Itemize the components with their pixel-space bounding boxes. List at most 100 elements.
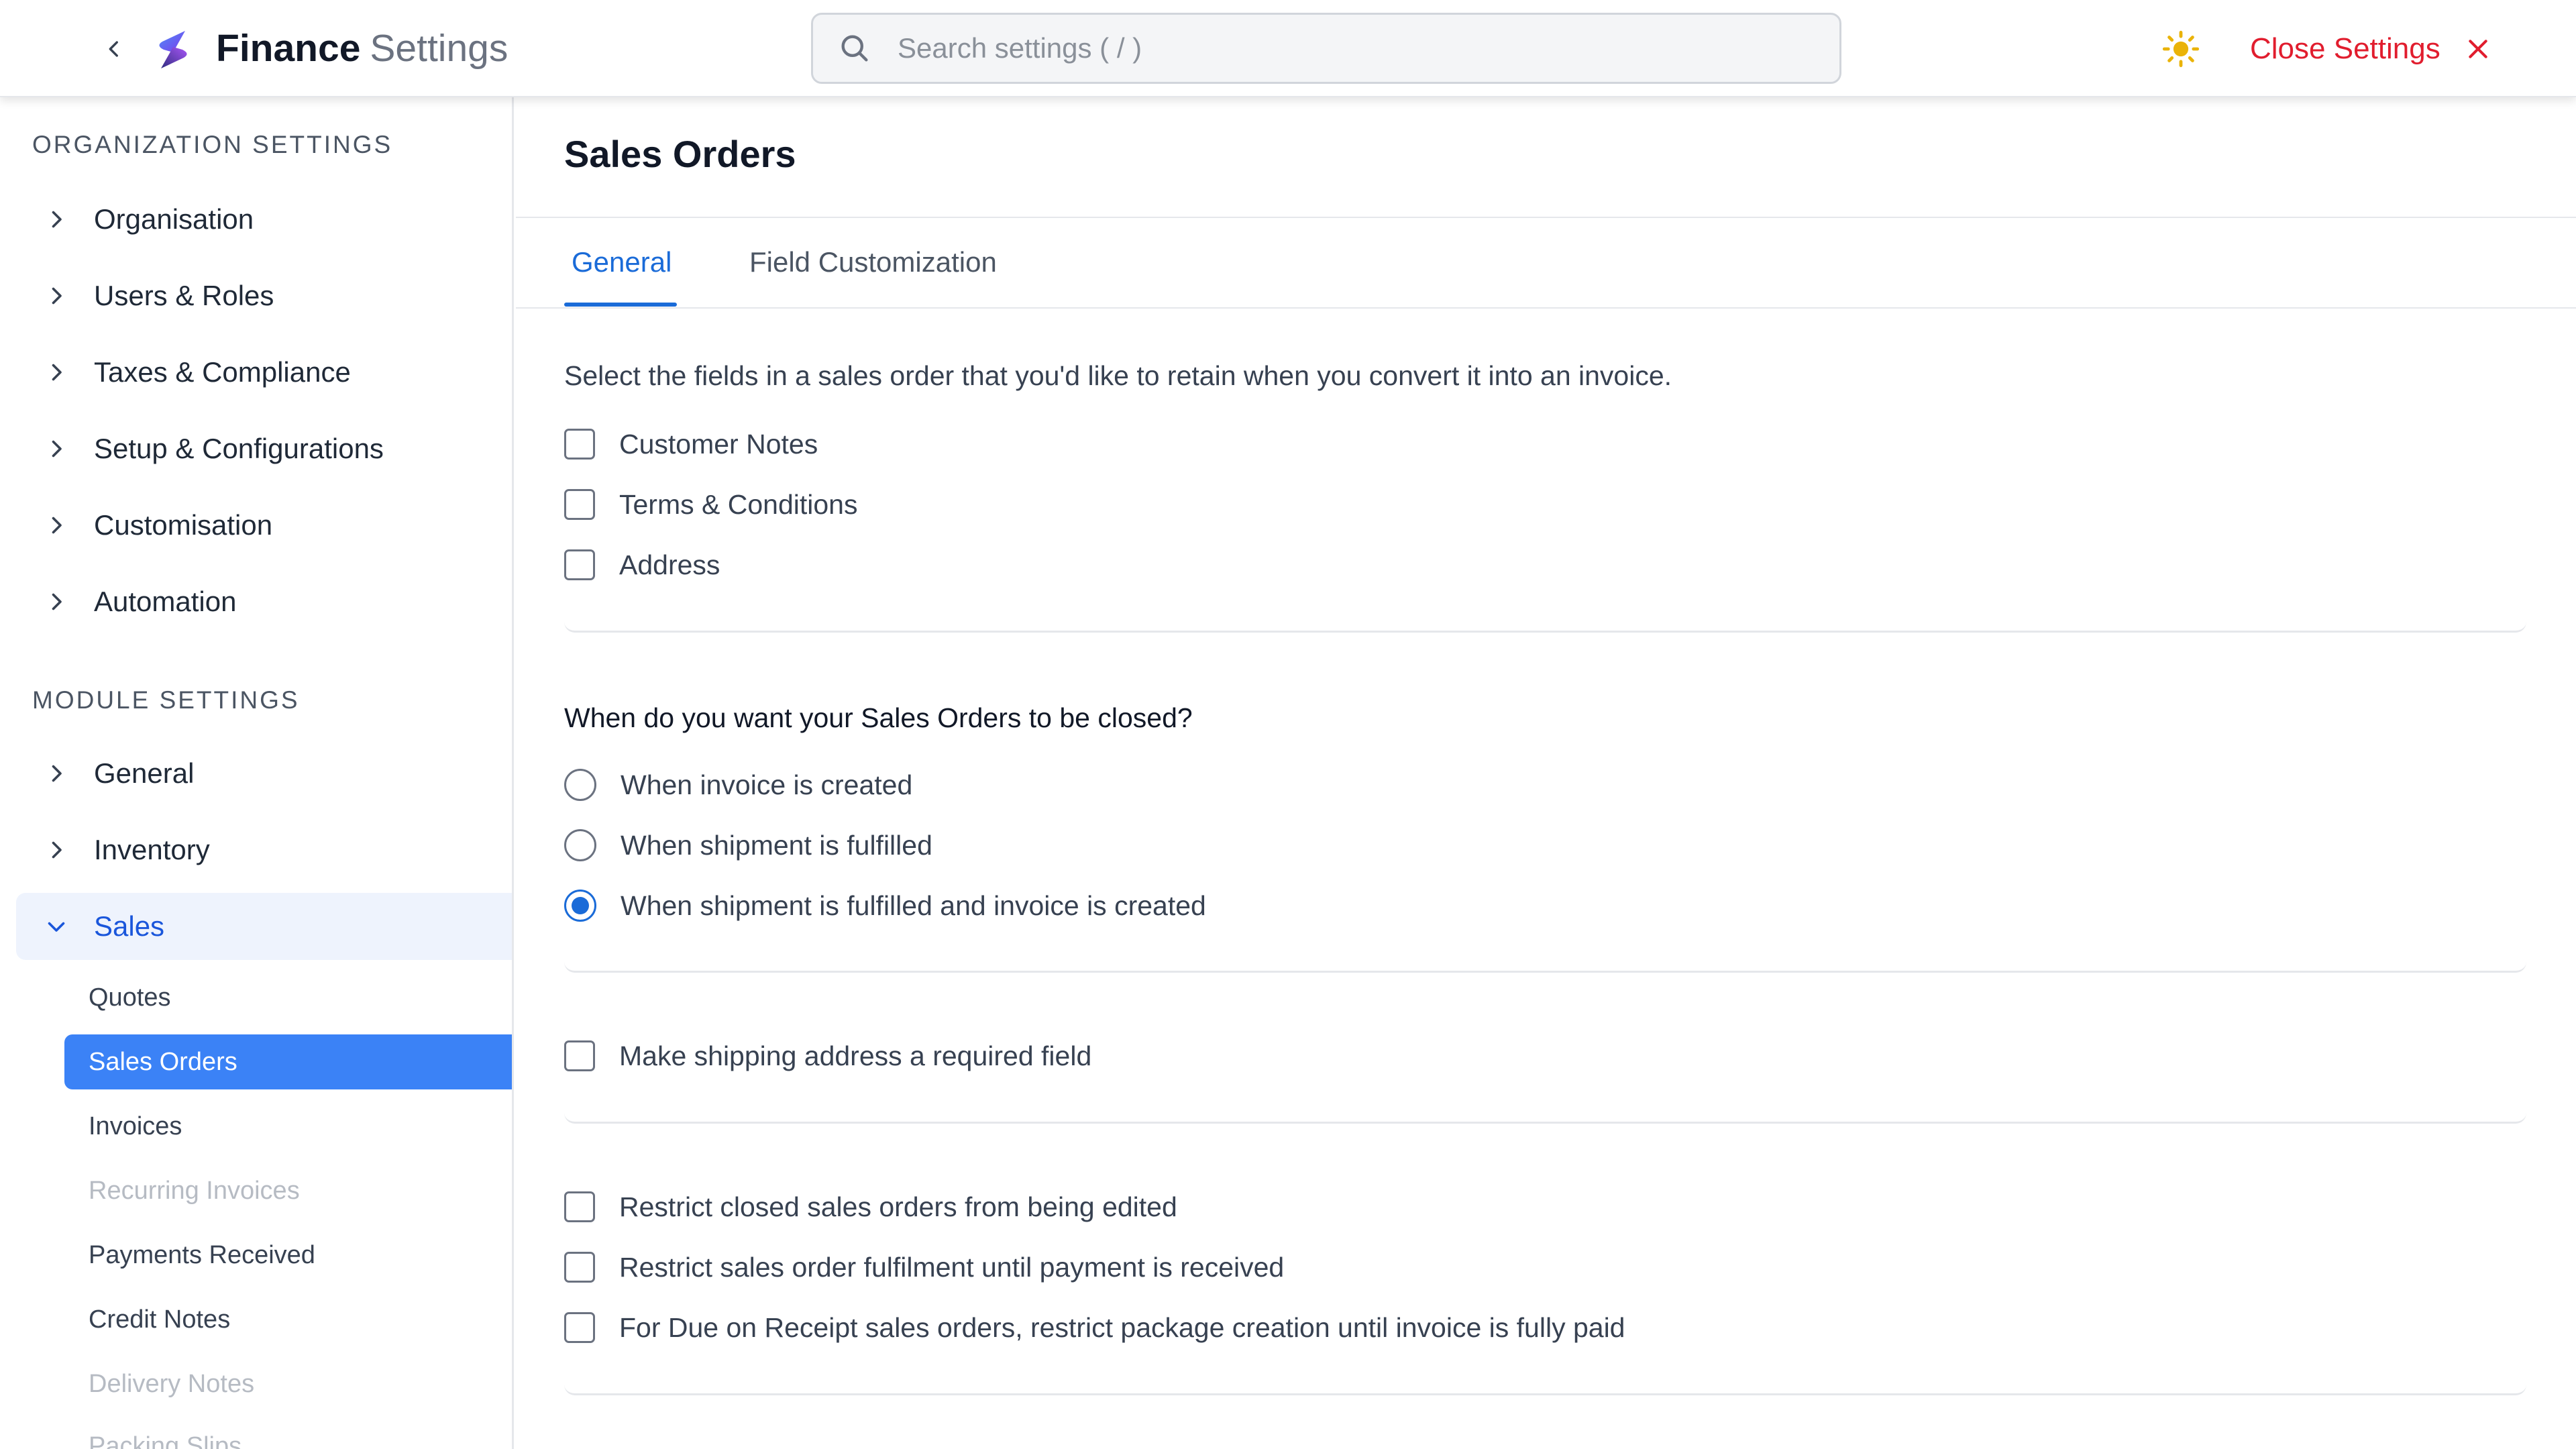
org-settings-heading: ORGANIZATION SETTINGS (32, 131, 393, 158)
chevron-right-icon (52, 364, 62, 381)
sidebar-item-inventory[interactable]: Inventory (16, 816, 512, 883)
sidebar-item-label: Customisation (94, 509, 273, 541)
sidebar-item-label: Inventory (94, 834, 210, 865)
sidebar-subitem-sales-orders[interactable]: Sales Orders (64, 1034, 512, 1089)
sidebar-subitem-label: Invoices (89, 1112, 182, 1140)
sidebar-item-automation[interactable]: Automation (16, 568, 512, 635)
checkbox-shipping-address-required[interactable]: Make shipping address a required field (564, 1036, 1091, 1076)
sidebar-item-sales[interactable]: Sales (16, 893, 512, 960)
sidebar-item-label: Sales (94, 910, 165, 942)
checkbox-customer-notes[interactable]: Customer Notes (564, 424, 818, 464)
checkbox-box[interactable] (564, 489, 595, 520)
section-divider (564, 621, 2526, 633)
sidebar-item-label: Organisation (94, 203, 254, 235)
checkbox-box[interactable] (564, 1191, 595, 1222)
sidebar-item-label: Automation (94, 586, 237, 617)
sidebar-subitem-label: Recurring Invoices (89, 1176, 300, 1205)
settings-sidebar: ORGANIZATION SETTINGS Organisation Users… (0, 97, 514, 1449)
app-title-light: Settings (370, 27, 508, 70)
checkbox-terms-conditions[interactable]: Terms & Conditions (564, 484, 857, 525)
radio-shipment-fulfilled[interactable]: When shipment is fulfilled (564, 825, 932, 865)
sidebar-item-label: Users & Roles (94, 280, 274, 311)
checkbox-box[interactable] (564, 429, 595, 460)
checkbox-label: Customer Notes (619, 428, 818, 460)
active-tab-indicator (564, 303, 677, 307)
sidebar-subitem-invoices[interactable]: Invoices (64, 1099, 512, 1154)
section-divider (564, 1383, 2526, 1395)
chevron-right-icon (52, 440, 62, 458)
sidebar-subitem-label: Sales Orders (89, 1047, 237, 1076)
radio-button[interactable] (564, 829, 596, 861)
chevron-right-icon (52, 211, 62, 228)
checkbox-restrict-closed-edit[interactable]: Restrict closed sales orders from being … (564, 1187, 1177, 1227)
checkbox-label: Restrict sales order fulfilment until pa… (619, 1251, 1285, 1283)
sidebar-item-label: Setup & Configurations (94, 433, 384, 464)
sidebar-item-organisation[interactable]: Organisation (16, 186, 512, 253)
checkbox-label: Restrict closed sales orders from being … (619, 1191, 1177, 1222)
radio-button-selected[interactable] (564, 890, 596, 922)
top-bar: FinanceSettings Close Settings (0, 0, 2576, 97)
sidebar-subitem-label: Payments Received (89, 1240, 315, 1269)
page-title: Sales Orders (564, 133, 796, 175)
module-settings-heading: MODULE SETTINGS (32, 686, 300, 714)
section-divider (564, 1112, 2526, 1124)
checkbox-restrict-package-creation[interactable]: For Due on Receipt sales orders, restric… (564, 1307, 1625, 1348)
sidebar-item-customisation[interactable]: Customisation (16, 492, 512, 559)
checkbox-restrict-fulfilment-payment[interactable]: Restrict sales order fulfilment until pa… (564, 1247, 1284, 1287)
checkbox-address[interactable]: Address (564, 545, 720, 585)
checkbox-box[interactable] (564, 1312, 595, 1343)
sidebar-subitem-credit-notes[interactable]: Credit Notes (64, 1292, 512, 1347)
sidebar-item-label: General (94, 757, 195, 789)
sidebar-item-general[interactable]: General (16, 740, 512, 807)
divider (516, 307, 2576, 309)
sidebar-subitem-packing-slips: Packing Slips (64, 1419, 512, 1449)
radio-label: When shipment is fulfilled and invoice i… (621, 890, 1206, 921)
close-icon (2469, 40, 2487, 58)
close-settings-button[interactable]: Close Settings (2250, 27, 2491, 71)
sidebar-item-setup-configurations[interactable]: Setup & Configurations (16, 415, 512, 482)
sidebar-subitem-label: Credit Notes (89, 1305, 231, 1334)
search-input[interactable] (898, 32, 1770, 64)
checkbox-label: Address (619, 549, 720, 580)
sidebar-item-label: Taxes & Compliance (94, 356, 351, 388)
sidebar-subitem-quotes[interactable]: Quotes (64, 970, 512, 1025)
checkbox-box[interactable] (564, 1040, 595, 1071)
section-divider (564, 961, 2526, 973)
tab-field-customization[interactable]: Field Customization (749, 246, 997, 290)
sidebar-subitem-delivery-notes: Delivery Notes (64, 1356, 512, 1411)
sun-icon[interactable] (2161, 30, 2200, 68)
checkbox-label: Make shipping address a required field (619, 1040, 1092, 1071)
checkbox-label: For Due on Receipt sales orders, restric… (619, 1311, 1625, 1343)
divider (516, 217, 2576, 218)
sidebar-subitem-label: Quotes (89, 983, 171, 1012)
retain-fields-description: Select the fields in a sales order that … (564, 360, 1672, 391)
sidebar-item-taxes-compliance[interactable]: Taxes & Compliance (16, 339, 512, 406)
chevron-right-icon (52, 765, 62, 782)
sidebar-subitem-label: Delivery Notes (89, 1369, 255, 1398)
checkbox-box[interactable] (564, 1252, 595, 1283)
sidebar-item-users-roles[interactable]: Users & Roles (16, 262, 512, 329)
checkbox-label: Terms & Conditions (619, 488, 858, 520)
chevron-left-icon (109, 41, 118, 57)
radio-shipment-fulfilled-and-invoice-created[interactable]: When shipment is fulfilled and invoice i… (564, 885, 1206, 926)
app-title-bold: Finance (216, 27, 361, 70)
close-settings-label: Close Settings (2250, 32, 2440, 65)
app-title: Finance Settings (216, 24, 508, 72)
sidebar-subitem-label: Packing Slips (89, 1432, 242, 1449)
radio-button[interactable] (564, 769, 596, 801)
radio-label: When invoice is created (621, 769, 913, 800)
search-bar[interactable] (811, 13, 1841, 84)
radio-label: When shipment is fulfilled (621, 829, 932, 861)
chevron-right-icon (52, 517, 62, 534)
chevron-right-icon (52, 287, 62, 305)
sidebar-subitem-recurring-invoices: Recurring Invoices (64, 1163, 512, 1218)
radio-invoice-created[interactable]: When invoice is created (564, 765, 912, 805)
chevron-right-icon (52, 593, 62, 610)
checkbox-box[interactable] (564, 549, 595, 580)
chevron-down-icon (48, 922, 65, 932)
app-logo (159, 31, 187, 68)
sidebar-subitem-payments-received[interactable]: Payments Received (64, 1228, 512, 1283)
close-question-label: When do you want your Sales Orders to be… (564, 702, 1193, 733)
tab-general[interactable]: General (572, 246, 672, 290)
back-button[interactable] (97, 32, 131, 66)
